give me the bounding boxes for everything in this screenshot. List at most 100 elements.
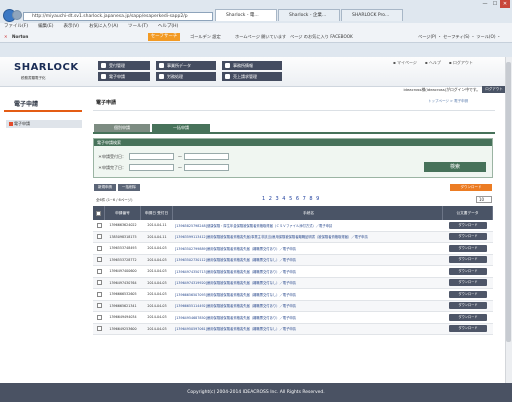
download-button[interactable]: ダウンロード — [449, 325, 487, 333]
row-checkbox-cell[interactable] — [93, 314, 105, 320]
menu-tools[interactable]: ツール(T) — [128, 23, 148, 31]
nav-firm-info[interactable]: 事務所情報 — [222, 61, 282, 70]
menu-help[interactable]: ヘルプ(H) — [158, 23, 178, 31]
logout-button[interactable]: ログアウト — [482, 86, 506, 93]
row-checkbox-cell[interactable] — [93, 257, 105, 263]
maximize-button[interactable]: ☐ — [490, 0, 500, 8]
procedure-name[interactable]: [13963502799889]雇用保険被保険者資格喪失届（離職票交付あり）／電… — [173, 246, 443, 251]
tab-bulk[interactable]: 一括申請 — [152, 124, 210, 132]
procedure-name[interactable]: [13964950597061]雇用保険被保険者資格喪失届（離職票交付なし）／電… — [173, 326, 443, 331]
procedure-link[interactable]: [13966655114492]雇用保険被保険者資格喪失届（離職票交付あり）／電… — [175, 304, 296, 308]
download-button[interactable]: ダウンロード — [449, 279, 487, 287]
download-button[interactable]: ダウンロード — [449, 267, 487, 275]
procedure-link[interactable]: [13964974350713]雇用保険被保険者資格喪失届（離職票交付あり）／電… — [175, 270, 296, 274]
procedure-name[interactable]: [13964974319920]雇用保険被保険者資格喪失届（離職票交付なし）／電… — [173, 280, 443, 285]
logout-link[interactable]: ▪ ログアウト — [449, 60, 473, 66]
row-checkbox-cell[interactable] — [93, 303, 105, 309]
nav-office-data[interactable]: 事業所データ — [156, 61, 216, 70]
help-link[interactable]: ▪ ヘルプ — [425, 60, 441, 66]
fav-link-3[interactable]: ページ のお気に入り FACEBOOK — [290, 33, 353, 40]
procedure-link[interactable]: [13965825798248]健康保険・厚生年金保険被保険者資格取得届（ＣＳＶ… — [175, 224, 332, 228]
row-checkbox-cell[interactable] — [93, 326, 105, 332]
per-page-select[interactable]: 10 — [476, 196, 492, 203]
address-bar[interactable]: http://miyauchi-dt.sv1.sharlock.japanesa… — [23, 12, 213, 21]
browser-tab-2[interactable]: Sharlock - 企業... — [278, 9, 340, 21]
row-checkbox[interactable] — [96, 303, 102, 309]
search-button[interactable]: 検索 — [424, 162, 486, 172]
download-button[interactable]: ダウンロード — [449, 244, 487, 252]
menu-edit[interactable]: 編集(E) — [38, 23, 53, 31]
nav-reception[interactable]: 受付管理 — [98, 61, 150, 70]
fav-link-2[interactable]: ホームページ 開いています — [235, 33, 286, 40]
browser-tab-1[interactable]: Sharlock - 電... — [215, 9, 277, 21]
mypage-link[interactable]: ▪ マイページ — [393, 60, 417, 66]
row-checkbox[interactable] — [96, 291, 102, 297]
row-checkbox-cell[interactable] — [93, 268, 105, 274]
procedure-name[interactable]: [13966656507093]雇用保険被保険者資格喪失届（離職票交付なし）／電… — [173, 292, 443, 297]
row-checkbox-cell[interactable] — [93, 291, 105, 297]
browser-tab-3[interactable]: SHARLOCK Pro... — [341, 9, 403, 21]
download-button[interactable]: ダウンロード — [449, 221, 487, 229]
row-checkbox-cell[interactable] — [93, 280, 105, 286]
row-checkbox-cell[interactable] — [93, 234, 105, 240]
date2-to-input[interactable] — [184, 164, 229, 171]
date1-label: ＊申請受付日： — [98, 154, 126, 159]
forward-button[interactable] — [12, 10, 22, 20]
procedure-name[interactable]: [13963502730112]雇用保険被保険者資格喪失届（離職票交付なし）／電… — [173, 257, 443, 262]
row-checkbox[interactable] — [96, 314, 102, 320]
tab-individual[interactable]: 個別申請 — [94, 124, 150, 132]
bulk-delete-button[interactable]: 一括削除 — [118, 184, 140, 191]
row-checkbox[interactable] — [96, 245, 102, 251]
minimize-button[interactable]: — — [480, 0, 490, 8]
procedure-link[interactable]: [13964954687850]雇用保険被保険者資格喪失届（離職票交付あり）／電… — [175, 316, 296, 320]
procedure-name[interactable]: [13963599113412]雇用保険被保険者資格喪失届(事業主非該当)雇用保… — [173, 234, 443, 239]
date2-from-input[interactable] — [129, 164, 174, 171]
menu-file[interactable]: ファイル(F) — [4, 23, 28, 31]
procedure-link[interactable]: [13964950597061]雇用保険被保険者資格喪失届（離職票交付なし）／電… — [175, 327, 296, 331]
menu-favorites[interactable]: お気に入り(A) — [89, 23, 118, 31]
new-application-button[interactable]: 新規申請 — [94, 184, 116, 191]
select-all-checkbox[interactable] — [96, 210, 101, 216]
close-window-button[interactable]: ✕ — [500, 0, 510, 8]
procedure-link[interactable]: [13963599113412]雇用保険被保険者資格喪失届(事業主非該当)雇用保… — [175, 235, 368, 239]
row-checkbox[interactable] — [96, 222, 102, 228]
procedure-name[interactable]: [13965825798248]健康保険・厚生年金保険被保険者資格取得届（ＣＳＶ… — [173, 223, 443, 228]
row-checkbox[interactable] — [96, 257, 102, 263]
procedure-name[interactable]: [13966655114492]雇用保険被保険者資格喪失届（離職票交付あり）／電… — [173, 303, 443, 308]
site-logo[interactable]: SHARLOCK — [14, 62, 79, 73]
header-checkbox-cell[interactable] — [93, 206, 105, 220]
date1-from-input[interactable] — [129, 153, 174, 160]
download-button[interactable]: ダウンロード — [449, 302, 487, 310]
page-tools[interactable]: ページ(P) ・ セーフティ(S) ・ ツール(O) ・ — [418, 33, 501, 40]
procedure-link[interactable]: [13966656507093]雇用保険被保険者資格喪失届（離職票交付なし）／電… — [175, 293, 296, 297]
close-toolbar-icon[interactable]: ✕ — [4, 33, 8, 40]
nav-e-application[interactable]: 電子申請 — [98, 72, 150, 81]
norton-logo[interactable]: Norton — [12, 33, 28, 40]
download-button[interactable]: ダウンロード — [449, 256, 487, 264]
procedure-link[interactable]: [13964974319920]雇用保険被保険者資格喪失届（離職票交付なし）／電… — [175, 281, 296, 285]
procedure-link[interactable]: [13963502730112]雇用保険被保険者資格喪失届（離職票交付なし）／電… — [175, 258, 296, 262]
procedure-link[interactable]: [13963502799889]雇用保険被保険者資格喪失届（離職票交付あり）／電… — [175, 247, 296, 251]
breadcrumb[interactable]: トップページ > 電子申請 — [428, 99, 468, 104]
download-button[interactable]: ダウンロード — [449, 233, 487, 241]
menu-view[interactable]: 表示(V) — [63, 23, 79, 31]
download-all-button[interactable]: ダウンロード — [450, 184, 492, 191]
pagination[interactable]: 1 2 3 4 5 6 7 8 9 — [262, 196, 320, 202]
download-button[interactable]: ダウンロード — [449, 313, 487, 321]
row-checkbox-cell[interactable] — [93, 222, 105, 228]
fav-link-1[interactable]: ゴールデン 設定 — [190, 33, 221, 40]
nav-billing[interactable]: 売上請求管理 — [222, 72, 282, 81]
download-button[interactable]: ダウンロード — [449, 290, 487, 298]
nav-labor[interactable]: 労務処理 — [156, 72, 216, 81]
row-checkbox[interactable] — [96, 234, 102, 240]
procedure-name[interactable]: [13964974350713]雇用保険被保険者資格喪失届（離職票交付あり）／電… — [173, 269, 443, 274]
safe-search-button[interactable]: セーフサーチ — [148, 33, 180, 41]
procedure-name[interactable]: [13964954687850]雇用保険被保険者資格喪失届（離職票交付あり）／電… — [173, 315, 443, 320]
row-checkbox[interactable] — [96, 326, 102, 332]
scrollbar-thumb[interactable] — [506, 62, 511, 342]
date1-to-input[interactable] — [184, 153, 229, 160]
sidebar-item-e-application[interactable]: 電子申請 — [6, 120, 82, 128]
row-checkbox[interactable] — [96, 268, 102, 274]
row-checkbox[interactable] — [96, 280, 102, 286]
row-checkbox-cell[interactable] — [93, 245, 105, 251]
